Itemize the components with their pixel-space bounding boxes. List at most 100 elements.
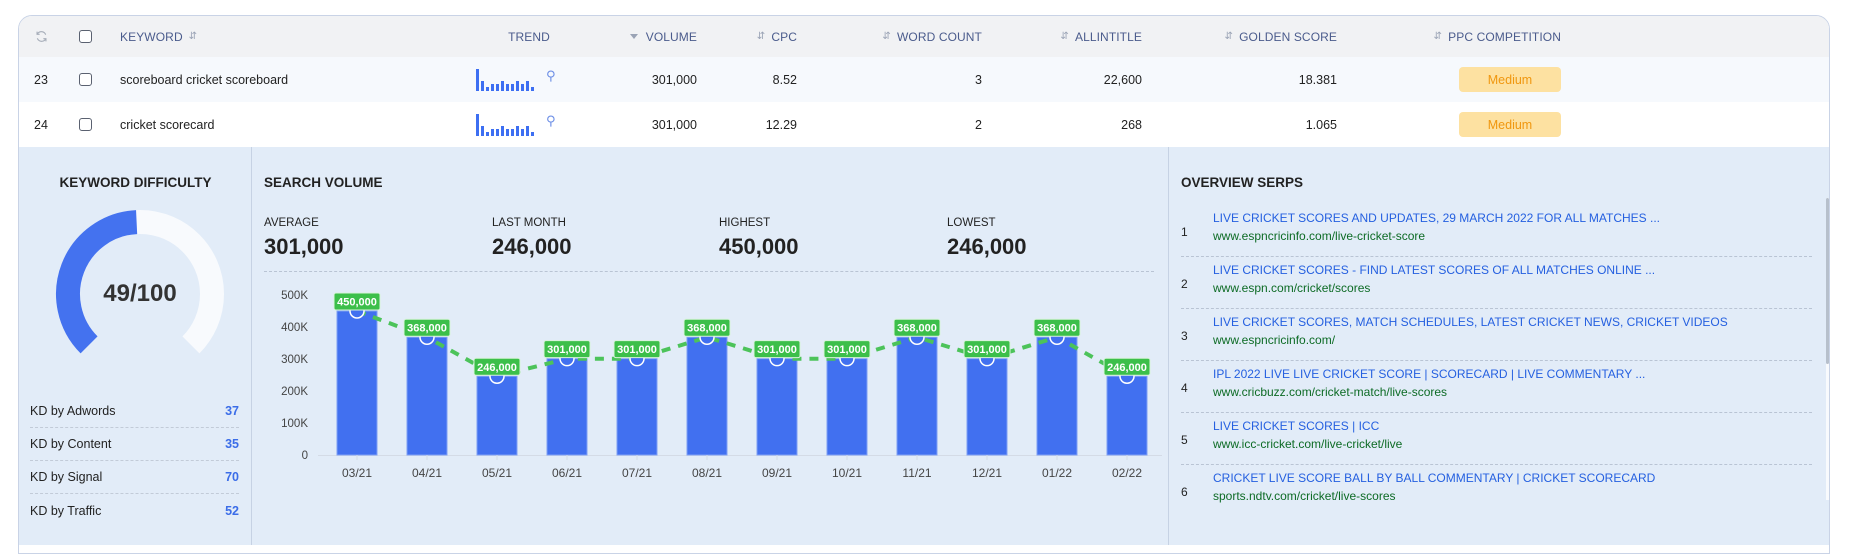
serp-title-link[interactable]: LIVE CRICKET SCORES - FIND LATEST SCORES… [1213,263,1655,277]
column-header-trend: TREND [508,29,550,44]
sparkline-bar [511,128,514,136]
allintitle-value: 268 [1121,117,1142,132]
x-tick-label: 12/21 [972,466,1002,480]
serp-url[interactable]: www.espncricinfo.com/live-cricket-score [1213,229,1425,243]
keyword-difficulty-panel: KEYWORD DIFFICULTY 49/100 KD by Adwords 3… [19,147,252,545]
refresh-icon[interactable] [35,16,55,57]
serp-item: 3 LIVE CRICKET SCORES, MATCH SCHEDULES, … [1181,309,1812,361]
sort-icon: ⇵ [882,30,891,42]
bar [546,358,588,456]
sparkline-bar [496,128,499,136]
word-count-value: 3 [975,72,982,87]
sparkline-bar [501,125,504,136]
x-tick-label: 01/22 [1042,466,1072,480]
y-tick-label: 400K [281,322,308,334]
select-all-checkbox[interactable] [79,16,92,57]
kd-breakdown-list: KD by Adwords 37 KD by Content 35 KD by Si… [30,395,239,527]
sparkline-bar [521,83,524,91]
sparkline-bar [516,80,519,91]
serp-title-link[interactable]: IPL 2022 LIVE LIVE CRICKET SCORE | SCORE… [1213,367,1645,381]
sort-icon: ⇵ [1060,30,1069,42]
x-tick-label: 03/21 [342,466,372,480]
row-checkbox[interactable] [79,57,92,102]
table-header: KEYWORD ⇵ TREND VOLUME ⇵ CPC ⇵ WORD COUN… [19,16,1829,57]
sparkline-bar [506,128,509,136]
bar [686,336,728,456]
keyword-difficulty-score: 49/100 [103,280,177,307]
trend-sparkline [476,68,534,91]
overview-serps-panel: OVERVIEW SERPS 1 LIVE CRICKET SCORES AND… [1169,147,1829,545]
sparkline-bar [476,68,479,91]
data-label: 368,000 [1037,323,1077,335]
sort-icon: ⇵ [1224,30,1234,42]
serp-url[interactable]: sports.ndtv.com/cricket/live-scores [1213,489,1396,503]
serp-url[interactable]: www.espncricinfo.com/ [1213,333,1335,347]
x-tick-label: 06/21 [552,466,582,480]
serp-title-link[interactable]: LIVE CRICKET SCORES, MATCH SCHEDULES, LA… [1213,315,1728,329]
trend-sparkline [476,113,534,136]
sparkline-bar [481,125,484,136]
stat-highest: HIGHEST 450,000 [719,217,799,259]
serp-rank: 4 [1181,381,1188,395]
bar [1106,375,1148,456]
x-tick-label: 10/21 [832,466,862,480]
scrollbar-thumb[interactable] [1826,198,1829,364]
serp-title-link[interactable]: CRICKET LIVE SCORE BALL BY BALL COMMENTA… [1213,471,1655,485]
keyword-text[interactable]: scoreboard cricket scoreboard [120,57,288,102]
sparkline-bar [526,125,529,136]
column-header-word-count[interactable]: ⇵ WORD COUNT [859,16,982,57]
serp-item: 6 CRICKET LIVE SCORE BALL BY BALL COMMEN… [1181,465,1812,505]
data-label: 246,000 [1107,362,1147,374]
serp-title-link[interactable]: LIVE CRICKET SCORES AND UPDATES, 29 MARC… [1213,211,1660,225]
row-index: 23 [34,72,48,87]
bar [476,375,518,456]
search-volume-chart: 0 100K 200K 300K 400K 500K 03/21 04/21 05/21 06/2… [281,290,1162,480]
y-tick-label: 500K [281,290,308,302]
keyword-text[interactable]: cricket scorecard [120,102,214,147]
serp-item: 4 IPL 2022 LIVE LIVE CRICKET SCORE | SCO… [1181,361,1812,413]
column-header-allintitle[interactable]: ⇵ ALLINTITLE [1039,16,1142,57]
keyword-table-frame: KEYWORD ⇵ TREND VOLUME ⇵ CPC ⇵ WORD COUN… [18,15,1830,554]
golden-score-value: 1.065 [1305,117,1337,132]
word-count-value: 2 [975,117,982,132]
bar [896,336,938,456]
data-label: 301,000 [547,344,587,356]
x-tick-label: 02/22 [1112,466,1142,480]
serp-title-link[interactable]: LIVE CRICKET SCORES | ICC [1213,419,1379,433]
column-header-keyword[interactable]: KEYWORD ⇵ [120,16,203,57]
data-label: 368,000 [897,323,937,335]
table-row[interactable]: 24 cricket scorecard ⚲ 301,000 12.29 2 2… [19,102,1829,147]
sparkline-bar [531,86,534,91]
serp-scrollbar[interactable] [1826,198,1829,500]
table-row[interactable]: 23 scoreboard cricket scoreboard ⚲ 301,0… [19,57,1829,102]
sort-icon: ⇵ [756,30,766,42]
column-header-volume[interactable]: VOLUME [609,16,697,57]
serp-url[interactable]: www.icc-cricket.com/live-cricket/live [1213,437,1402,451]
serp-url[interactable]: www.espn.com/cricket/scores [1213,281,1370,295]
row-checkbox[interactable] [79,102,92,147]
data-label: 301,000 [827,344,867,356]
x-tick-label: 07/21 [622,466,652,480]
ppc-competition-badge: Medium [1459,112,1561,137]
sparkline-bar [481,80,484,91]
serp-rank: 1 [1181,225,1188,239]
sparkline-bar [496,83,499,91]
column-header-ppc-competition[interactable]: ⇵ PPC COMPETITION [1419,16,1561,57]
search-icon[interactable]: ⚲ [546,113,556,129]
data-label: 301,000 [967,344,1007,356]
serp-item: 5 LIVE CRICKET SCORES | ICC www.icc-cric… [1181,413,1812,465]
volume-value: 301,000 [651,117,697,132]
x-tick-label: 08/21 [692,466,722,480]
bar [616,358,658,456]
search-icon[interactable]: ⚲ [546,68,556,84]
x-tick-label: 04/21 [412,466,442,480]
search-volume-panel: SEARCH VOLUME AVERAGE 301,000 LAST MONTH… [252,147,1169,545]
serp-rank: 5 [1181,433,1188,447]
sparkline-bar [531,131,534,136]
column-header-cpc[interactable]: ⇵ CPC [719,16,797,57]
stat-average: AVERAGE 301,000 [264,217,344,259]
serp-url[interactable]: www.cricbuzz.com/cricket-match/live-scor… [1213,385,1447,399]
allintitle-value: 22,600 [1103,72,1142,87]
bar [336,310,378,456]
column-header-golden-score[interactable]: ⇵ GOLDEN SCORE [1199,16,1337,57]
